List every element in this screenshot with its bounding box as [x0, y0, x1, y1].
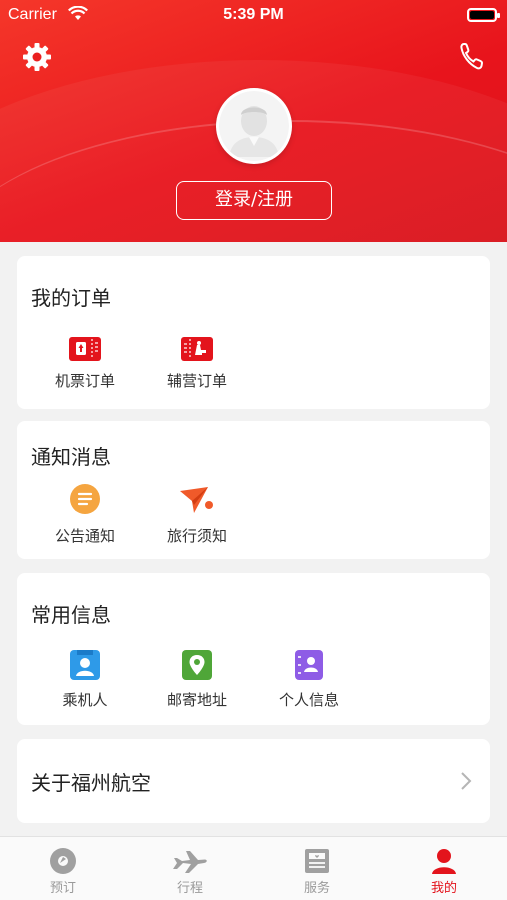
status-time: 5:39 PM: [223, 6, 284, 23]
status-bar: Carrier 5:39 PM: [0, 0, 507, 30]
paper-plane-icon: [180, 487, 213, 513]
common-info-title: 常用信息: [31, 603, 111, 627]
orders-title: 我的订单: [31, 286, 111, 310]
phone-icon[interactable]: [459, 42, 483, 70]
mailing-address-label: 邮寄地址: [166, 691, 227, 709]
announcement-icon: [70, 484, 100, 514]
ticket-icon: [69, 337, 101, 361]
tab-itinerary[interactable]: 行程: [127, 837, 253, 900]
tab-booking-label: 预订: [49, 881, 76, 896]
tab-mine-label: 我的: [430, 881, 457, 896]
airplane-icon: [173, 851, 207, 873]
service-icon: [305, 849, 329, 873]
common-info-card: 常用信息 乘机人 邮寄地址 个人信息: [17, 573, 490, 725]
tab-booking[interactable]: 预订: [0, 837, 126, 900]
tab-mine[interactable]: 我的: [381, 837, 507, 900]
travel-notice-label: 旅行须知: [166, 527, 227, 545]
travel-notice-item[interactable]: 旅行须知: [147, 483, 247, 546]
passenger-card-icon: [70, 650, 100, 680]
map-pin-icon: [182, 650, 212, 680]
notices-card: 通知消息 公告通知 旅行须知: [17, 421, 490, 559]
booking-icon: [50, 848, 76, 874]
tab-service[interactable]: 服务: [254, 837, 380, 900]
user-icon: [432, 849, 456, 874]
tab-bar: 预订 行程 服务 我的: [0, 836, 507, 900]
ancillary-orders-label: 辅营订单: [166, 372, 227, 390]
login-register-button[interactable]: 登录/注册: [176, 181, 332, 220]
about-row[interactable]: 关于福州航空: [17, 739, 490, 823]
passenger-item[interactable]: 乘机人: [35, 649, 135, 710]
flight-orders-item[interactable]: 机票订单: [35, 336, 135, 391]
profile-header: Carrier 5:39 PM 登录/注册: [0, 0, 507, 242]
ancillary-ticket-icon: [181, 337, 213, 361]
passenger-label: 乘机人: [62, 691, 108, 709]
default-avatar-icon: [219, 91, 289, 161]
battery-icon: [467, 8, 500, 22]
chevron-right-icon: [461, 772, 472, 790]
tab-service-label: 服务: [303, 881, 330, 896]
notices-title: 通知消息: [31, 445, 111, 469]
announcement-label: 公告通知: [54, 527, 115, 545]
avatar[interactable]: [216, 88, 292, 164]
tab-itinerary-label: 行程: [176, 881, 203, 896]
about-label: 关于福州航空: [31, 771, 151, 795]
gear-icon[interactable]: [22, 42, 52, 72]
announcement-item[interactable]: 公告通知: [35, 483, 135, 546]
mailing-address-item[interactable]: 邮寄地址: [147, 649, 247, 710]
personal-info-label: 个人信息: [278, 691, 339, 709]
ancillary-orders-item[interactable]: 辅营订单: [147, 336, 247, 391]
personal-info-item[interactable]: 个人信息: [259, 649, 359, 710]
contact-book-icon: [295, 650, 323, 680]
flight-orders-label: 机票订单: [54, 372, 115, 390]
orders-card: 我的订单 机票订单 辅营订单: [17, 256, 490, 409]
